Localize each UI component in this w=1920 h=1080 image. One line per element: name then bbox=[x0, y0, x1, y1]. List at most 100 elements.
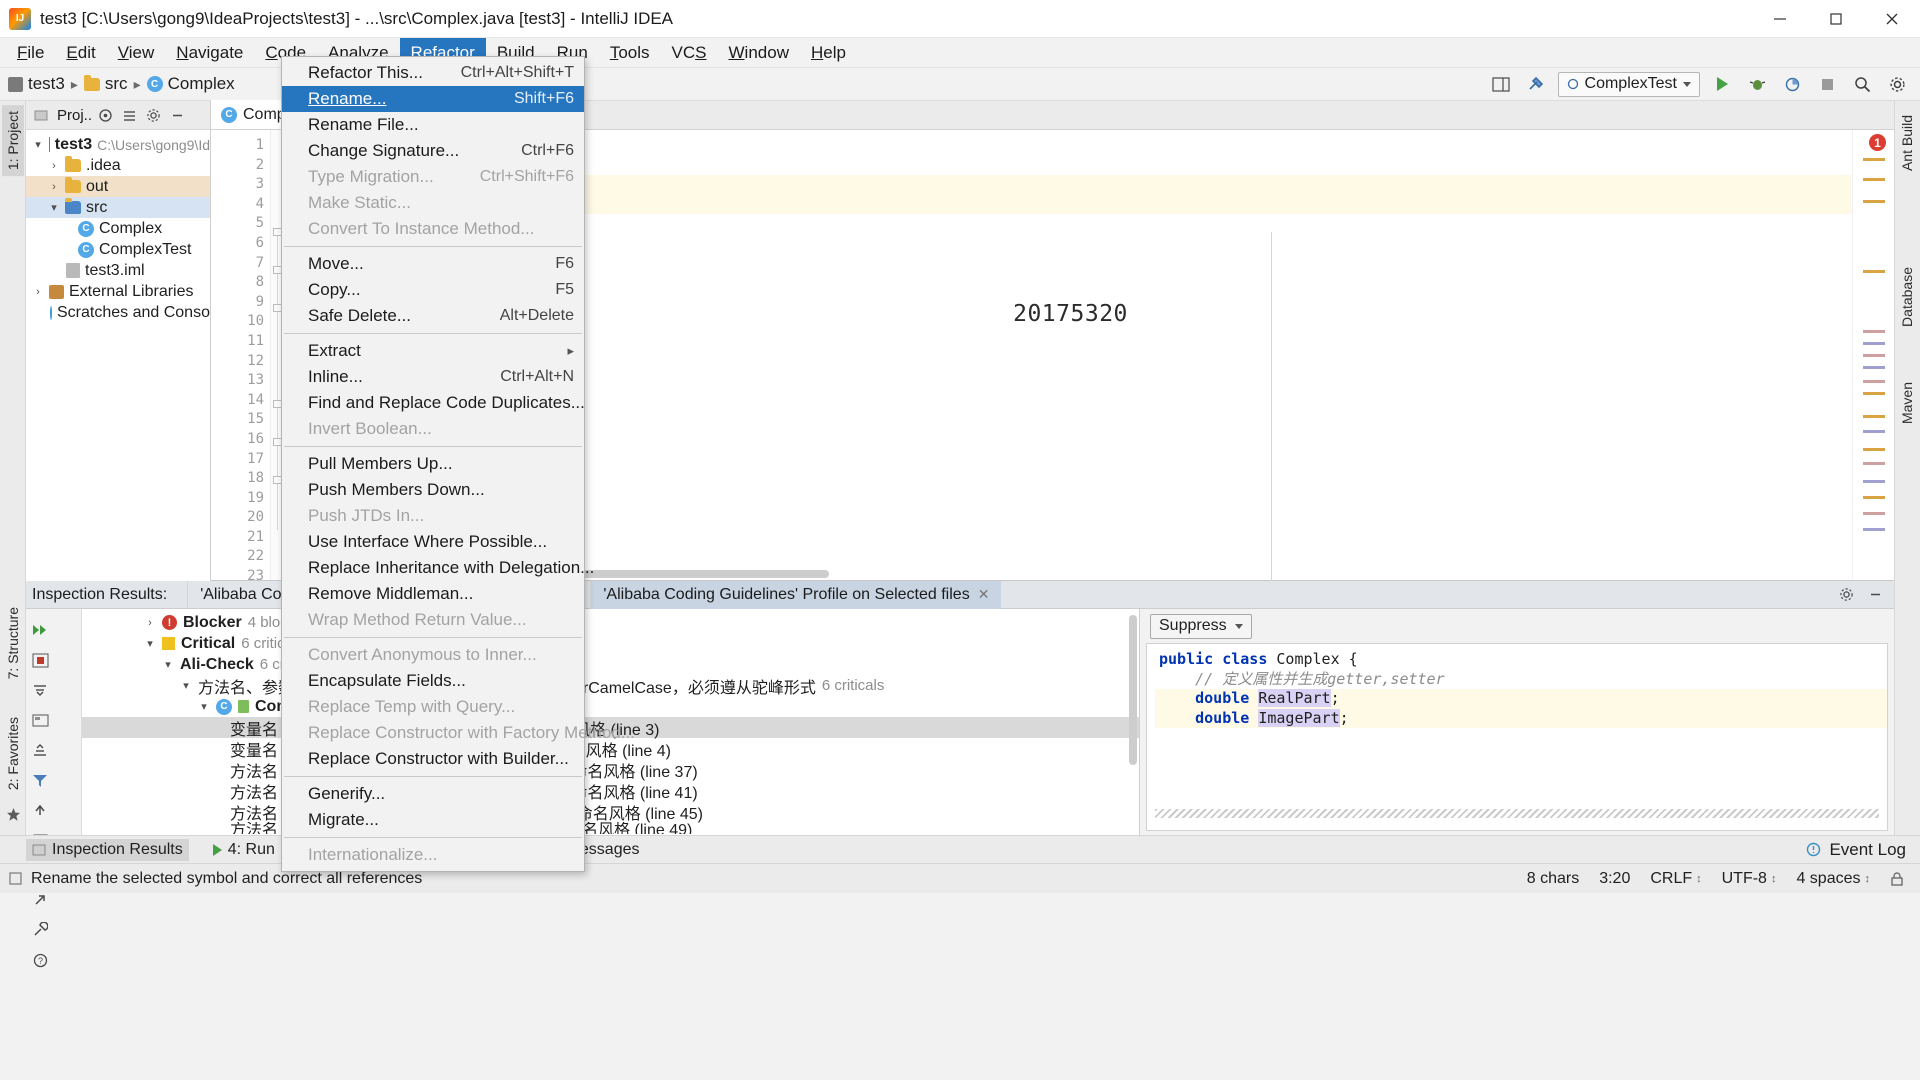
layout-icon[interactable] bbox=[1488, 72, 1514, 97]
menu-item-replace-constructor-with-builder[interactable]: Replace Constructor with Builder... bbox=[282, 746, 584, 772]
menu-item-push-members-down[interactable]: Push Members Down... bbox=[282, 477, 584, 503]
maximize-button[interactable] bbox=[1808, 0, 1864, 38]
group-by-icon[interactable] bbox=[26, 705, 54, 735]
gear-icon[interactable] bbox=[143, 105, 164, 126]
menu-item-remove-middleman[interactable]: Remove Middleman... bbox=[282, 581, 584, 607]
minimize-button[interactable] bbox=[1752, 0, 1808, 38]
error-count-badge[interactable]: 1 bbox=[1869, 134, 1886, 151]
stripe-marker[interactable] bbox=[1863, 270, 1885, 273]
tree-node-src[interactable]: ▾ src bbox=[26, 197, 210, 218]
menu-tools[interactable]: Tools bbox=[599, 38, 661, 68]
lock-icon[interactable] bbox=[1890, 871, 1904, 887]
tree-node-complextest[interactable]: C ComplexTest bbox=[26, 239, 210, 260]
stripe-marker[interactable] bbox=[1863, 430, 1885, 433]
menu-item-pull-members-up[interactable]: Pull Members Up... bbox=[282, 451, 584, 477]
chevron-down-icon[interactable]: ▾ bbox=[198, 700, 210, 713]
chevron-right-icon[interactable]: › bbox=[48, 160, 60, 172]
menu-item-inline[interactable]: Inline... Ctrl+Alt+N bbox=[282, 364, 584, 390]
stripe-marker[interactable] bbox=[1863, 480, 1885, 483]
menu-item-change-signature[interactable]: Change Signature... Ctrl+F6 bbox=[282, 138, 584, 164]
inspection-node-blocker[interactable]: › ! Blocker 4 blockers bbox=[82, 612, 1139, 633]
expand-all-icon[interactable] bbox=[26, 675, 54, 705]
error-stripe[interactable]: 1 bbox=[1852, 130, 1894, 580]
collapse-all-icon[interactable] bbox=[119, 105, 140, 126]
run-configuration-selector[interactable]: ComplexTest bbox=[1557, 71, 1700, 97]
menu-item-migrate[interactable]: Migrate... bbox=[282, 807, 584, 833]
status-caret-position[interactable]: 3:20 bbox=[1599, 870, 1630, 888]
sidebar-item-structure[interactable]: 7: Structure bbox=[2, 601, 24, 685]
inspection-item-complexmulti[interactable]: 方法名【ComplexMulti】不符合lowerCamelCase命名风格 (… bbox=[82, 801, 1139, 823]
stripe-marker[interactable] bbox=[1863, 330, 1885, 333]
menu-item-safe-delete[interactable]: Safe Delete... Alt+Delete bbox=[282, 303, 584, 329]
tree-node-idea[interactable]: › .idea bbox=[26, 155, 210, 176]
favorites-star-icon[interactable] bbox=[6, 807, 21, 827]
inspection-tree-scrollbar[interactable] bbox=[1129, 615, 1137, 765]
inspection-tree[interactable]: › ! Blocker 4 blockers ▾ Critical 6 crit… bbox=[82, 609, 1139, 835]
status-line-separator[interactable]: CRLF ↕ bbox=[1650, 870, 1701, 888]
chevron-right-icon[interactable]: › bbox=[32, 286, 44, 298]
coverage-icon[interactable] bbox=[1779, 72, 1805, 97]
chevron-down-icon[interactable]: ▾ bbox=[144, 637, 156, 650]
chevron-down-icon[interactable]: ▾ bbox=[32, 138, 44, 151]
menu-item-move[interactable]: Move... F6 bbox=[282, 251, 584, 277]
menu-item-extract[interactable]: Extract ▸ bbox=[282, 338, 584, 364]
menu-file[interactable]: File bbox=[6, 38, 55, 68]
stripe-marker[interactable] bbox=[1863, 354, 1885, 357]
debug-icon[interactable] bbox=[1744, 72, 1770, 97]
help-icon[interactable]: ? bbox=[26, 945, 54, 975]
menu-help[interactable]: Help bbox=[800, 38, 857, 68]
rerun-icon[interactable] bbox=[26, 615, 54, 645]
menu-item-encapsulate-fields[interactable]: Encapsulate Fields... bbox=[282, 668, 584, 694]
menu-edit[interactable]: Edit bbox=[55, 38, 106, 68]
inspection-item-complexdiv[interactable]: 方法名【ComplexDiv】不符合lowerCamelCase命名风格 (li… bbox=[82, 822, 1139, 834]
preview-editor[interactable]: public class Complex { // 定义属性并生成getter,… bbox=[1146, 643, 1888, 831]
stripe-marker[interactable] bbox=[1863, 462, 1885, 465]
chevron-down-icon[interactable]: ▾ bbox=[48, 201, 60, 214]
tree-node-scratches[interactable]: Scratches and Consoles bbox=[26, 302, 230, 323]
menu-item-refactor-this[interactable]: Refactor This... Ctrl+Alt+Shift+T bbox=[282, 60, 584, 86]
menu-item-rename-file[interactable]: Rename File... bbox=[282, 112, 584, 138]
breadcrumb-complex[interactable]: C Complex bbox=[146, 74, 235, 94]
filter-icon[interactable] bbox=[26, 765, 54, 795]
target-icon[interactable] bbox=[95, 105, 116, 126]
menu-item-generify[interactable]: Generify... bbox=[282, 781, 584, 807]
inspection-tab-3[interactable]: 'Alibaba Coding Guidelines' Profile on S… bbox=[590, 580, 1002, 609]
sidebar-item-favorites[interactable]: 2: Favorites bbox=[2, 711, 24, 796]
move-up-icon[interactable] bbox=[26, 795, 54, 825]
stripe-marker[interactable] bbox=[1863, 528, 1885, 531]
chevron-right-icon[interactable]: › bbox=[144, 617, 156, 629]
chevron-down-icon[interactable]: ▾ bbox=[162, 658, 174, 671]
gear-icon[interactable] bbox=[1836, 584, 1857, 605]
sidebar-item-database[interactable]: Database bbox=[1896, 261, 1918, 333]
tree-node-test3[interactable]: ▾ test3 C:\Users\gong9\Id bbox=[26, 134, 210, 155]
hide-panel-icon[interactable] bbox=[1865, 584, 1886, 605]
close-icon[interactable]: ✕ bbox=[978, 586, 990, 603]
status-indent[interactable]: 4 spaces ↕ bbox=[1796, 870, 1870, 888]
menu-navigate[interactable]: Navigate bbox=[165, 38, 254, 68]
chevron-down-icon[interactable]: ▾ bbox=[180, 679, 192, 692]
menu-item-use-interface-where-possible[interactable]: Use Interface Where Possible... bbox=[282, 529, 584, 555]
event-log-label[interactable]: Event Log bbox=[1829, 840, 1906, 860]
stripe-marker[interactable] bbox=[1863, 448, 1885, 451]
settings-gear-icon[interactable] bbox=[1884, 72, 1910, 97]
bottom-tab-run[interactable]: 4: Run bbox=[207, 839, 281, 861]
menu-item-rename[interactable]: Rename... Shift+F6 bbox=[282, 86, 584, 112]
sidebar-item-ant-build[interactable]: Ant Build bbox=[1896, 109, 1918, 177]
menu-item-replace-inheritance-with-delegation[interactable]: Replace Inheritance with Delegation... bbox=[282, 555, 594, 581]
tree-node-out[interactable]: › out bbox=[26, 176, 210, 197]
stripe-marker[interactable] bbox=[1863, 200, 1885, 203]
chevron-right-icon[interactable]: › bbox=[48, 181, 60, 193]
tree-node-external-libraries[interactable]: › External Libraries bbox=[26, 281, 210, 302]
menu-item-copy[interactable]: Copy... F5 bbox=[282, 277, 584, 303]
hammer-icon[interactable] bbox=[1523, 72, 1549, 97]
run-icon[interactable] bbox=[1709, 72, 1735, 97]
stripe-marker[interactable] bbox=[1863, 342, 1885, 345]
stripe-marker[interactable] bbox=[1863, 496, 1885, 499]
search-icon[interactable] bbox=[1849, 72, 1875, 97]
menu-window[interactable]: Window bbox=[718, 38, 800, 68]
stripe-marker[interactable] bbox=[1863, 178, 1885, 181]
breadcrumb-src[interactable]: src bbox=[83, 74, 128, 94]
stop-icon[interactable] bbox=[1814, 72, 1840, 97]
collapse-all-icon[interactable] bbox=[26, 735, 54, 765]
stripe-marker[interactable] bbox=[1863, 392, 1885, 395]
